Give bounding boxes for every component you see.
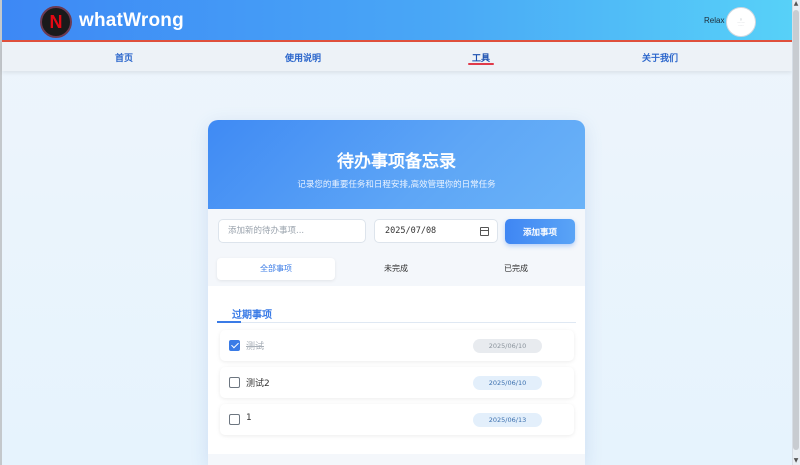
nav-item-about[interactable]: 关于我们 <box>642 51 678 64</box>
main-nav: 首页 使用说明 工具 关于我们 <box>2 42 792 71</box>
calendar-icon[interactable] <box>480 227 489 236</box>
card-subtitle: 记录您的重要任务和日程安排,高效管理你的日常任务 <box>297 180 496 190</box>
scroll-down-arrow-icon[interactable]: ▼ <box>793 458 799 464</box>
card-header: 待办事项备忘录 记录您的重要任务和日程安排,高效管理你的日常任务 <box>208 120 585 209</box>
date-picker[interactable]: 2025/07/08 <box>374 219 498 243</box>
logo-icon[interactable]: N <box>40 6 72 38</box>
todo-checkbox[interactable] <box>229 377 240 388</box>
todo-card: 待办事项备忘录 记录您的重要任务和日程安排,高效管理你的日常任务 2025/07… <box>208 120 585 465</box>
todo-text: 测试 <box>246 342 265 352</box>
app-header: N whatWrong Relax ○ ·········· ······· <box>2 0 792 42</box>
scrollbar-thumb[interactable] <box>793 10 799 450</box>
card-title: 待办事项备忘录 <box>337 152 456 172</box>
section-active-indicator <box>217 321 241 323</box>
add-todo-button[interactable]: 添加事项 <box>505 219 575 244</box>
todo-text: 测试2 <box>246 379 270 389</box>
todo-item: 1 2025/06/13 <box>220 404 574 435</box>
filter-tabs: 全部事项 未完成 已完成 <box>208 253 585 286</box>
date-value: 2025/07/08 <box>385 226 437 236</box>
nav-item-instructions[interactable]: 使用说明 <box>285 51 321 64</box>
nav-active-indicator <box>468 63 494 65</box>
todo-text-input[interactable] <box>218 219 366 243</box>
tab-completed[interactable]: 已完成 <box>457 258 575 280</box>
user-name[interactable]: Relax <box>704 16 724 25</box>
todo-date-badge: 2025/06/13 <box>473 413 542 427</box>
nav-item-home[interactable]: 首页 <box>115 51 133 64</box>
brand-name[interactable]: whatWrong <box>79 10 184 32</box>
scrollbar[interactable]: ▲ ▼ <box>792 0 800 465</box>
todo-date-badge: 2025/06/10 <box>473 339 542 353</box>
todo-checkbox[interactable] <box>229 340 240 351</box>
todo-checkbox[interactable] <box>229 414 240 425</box>
avatar[interactable]: ○ ·········· ······· <box>726 7 756 37</box>
avatar-line: ······· <box>738 23 744 27</box>
tab-all[interactable]: 全部事项 <box>217 258 335 280</box>
section-divider <box>217 322 576 323</box>
add-todo-row: 2025/07/08 添加事项 <box>208 209 585 253</box>
todo-item: 测试2 2025/06/10 <box>220 367 574 398</box>
todo-date-badge: 2025/06/10 <box>473 376 542 390</box>
logo-letter: N <box>49 11 63 32</box>
tab-incomplete[interactable]: 未完成 <box>337 258 455 280</box>
card-footer-strip <box>208 454 585 465</box>
todo-text: 1 <box>246 413 252 423</box>
scroll-up-arrow-icon[interactable]: ▲ <box>793 1 799 7</box>
section-title-overdue: 过期事项 <box>232 310 272 321</box>
todo-item: 测试 2025/06/10 <box>220 330 574 361</box>
